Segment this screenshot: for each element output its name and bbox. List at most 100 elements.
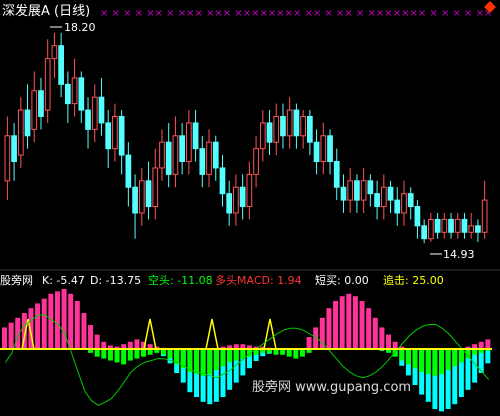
candle-body bbox=[481, 199, 488, 233]
high-price-label: 18.20 bbox=[64, 21, 96, 34]
candle-body bbox=[152, 167, 159, 208]
green-bar bbox=[200, 349, 206, 376]
candle-body bbox=[360, 180, 367, 201]
candle-body bbox=[461, 218, 468, 233]
candle-body bbox=[105, 122, 112, 150]
candle-body bbox=[4, 135, 11, 182]
green-bar bbox=[141, 349, 147, 357]
candle-body bbox=[233, 186, 239, 214]
green-bar bbox=[167, 349, 173, 359]
candle-body bbox=[17, 109, 24, 156]
k-value: K: -5.47 bbox=[42, 274, 85, 287]
candle-body bbox=[85, 109, 91, 130]
positive-bar bbox=[306, 337, 312, 349]
positive-bar bbox=[386, 334, 392, 349]
positive-bar bbox=[485, 339, 491, 349]
candle-body bbox=[199, 148, 206, 175]
candle-body bbox=[354, 180, 360, 201]
low-price-label: 14.93 bbox=[443, 248, 475, 261]
candle-body bbox=[380, 186, 387, 208]
candle-body bbox=[118, 115, 125, 156]
candle-body bbox=[273, 115, 280, 143]
candle-body bbox=[65, 83, 71, 105]
positive-bar bbox=[2, 327, 7, 349]
stock-chart-window: 深发展A (日线) × × × × ×× × ××× ××× ×××××××× … bbox=[0, 0, 500, 412]
green-bar bbox=[432, 349, 438, 376]
positive-bar bbox=[372, 317, 378, 349]
candle-body bbox=[428, 218, 434, 240]
green-bar bbox=[233, 349, 239, 361]
candle-body bbox=[401, 193, 407, 214]
candle-body bbox=[434, 218, 441, 233]
green-bar bbox=[213, 349, 219, 371]
green-bar bbox=[101, 349, 107, 359]
positive-bar bbox=[346, 293, 352, 349]
candle-body bbox=[78, 77, 85, 111]
candle-body bbox=[172, 135, 179, 175]
positive-bar bbox=[94, 334, 100, 349]
candle-body bbox=[266, 122, 273, 143]
positive-bar bbox=[366, 308, 372, 349]
positive-bar bbox=[41, 298, 47, 349]
green-bar bbox=[299, 349, 305, 357]
green-bar bbox=[114, 349, 120, 363]
candle-body bbox=[333, 161, 340, 188]
positive-bar bbox=[478, 341, 484, 349]
positive-bar bbox=[8, 322, 14, 349]
candle-body bbox=[347, 180, 354, 201]
candle-body bbox=[212, 141, 219, 169]
indicator-name: 股旁网 bbox=[0, 273, 33, 287]
candle-body bbox=[165, 141, 172, 175]
positive-bar bbox=[379, 327, 385, 349]
green-bar bbox=[452, 349, 458, 367]
candle-body bbox=[112, 115, 118, 150]
candle-body bbox=[44, 58, 51, 111]
positive-bar bbox=[61, 289, 67, 349]
signal-spike bbox=[263, 318, 277, 350]
positive-bar bbox=[333, 301, 339, 349]
green-bar bbox=[220, 349, 226, 367]
candle-body bbox=[407, 193, 414, 208]
d-value: D: -13.75 bbox=[90, 274, 141, 287]
positive-bar bbox=[127, 341, 133, 349]
candle-body bbox=[226, 193, 233, 214]
green-bar bbox=[458, 349, 464, 363]
candle-body bbox=[246, 173, 253, 208]
candle-body bbox=[31, 90, 38, 130]
candle-body bbox=[179, 135, 185, 163]
candle-body bbox=[192, 122, 199, 150]
green-bar bbox=[419, 349, 425, 373]
candle-body bbox=[71, 77, 78, 105]
candle-body bbox=[253, 148, 259, 175]
candle-body bbox=[367, 180, 374, 195]
green-bar bbox=[412, 349, 418, 369]
candle-body bbox=[421, 225, 427, 240]
candle-body bbox=[327, 135, 333, 163]
candle-body bbox=[441, 218, 448, 233]
candle-body bbox=[313, 141, 320, 163]
indicator-panel[interactable]: 股旁网 K: -5.47 D: -13.75 空头: -11.08 多头MACD… bbox=[0, 273, 492, 412]
green-bar bbox=[240, 349, 246, 359]
positive-bar bbox=[35, 303, 41, 349]
candle-body bbox=[448, 218, 454, 233]
negative-bar bbox=[485, 349, 491, 364]
positive-bar bbox=[88, 325, 94, 349]
positive-bar bbox=[54, 291, 60, 349]
green-bar bbox=[439, 349, 444, 374]
candle-body bbox=[280, 115, 286, 137]
candle-body bbox=[293, 109, 300, 137]
green-bar bbox=[194, 349, 199, 374]
green-bar bbox=[127, 349, 133, 361]
candle-body bbox=[51, 45, 58, 60]
candlestick-panel[interactable]: 深发展A (日线) × × × × ×× × ××× ××× ×××××××× … bbox=[2, 1, 496, 261]
positive-bar bbox=[352, 296, 358, 349]
candle-body bbox=[145, 180, 152, 208]
candle-body bbox=[98, 96, 105, 124]
candle-body bbox=[454, 218, 461, 233]
candle-body bbox=[259, 122, 266, 150]
positive-bar bbox=[81, 313, 87, 349]
duotou-macd-value: 多头MACD: 1.94 bbox=[215, 273, 302, 287]
green-bar bbox=[121, 349, 127, 365]
candle-body bbox=[138, 180, 145, 214]
signal-markers: × × × × ×× × ××× ××× ×××××××× ×× × ×× × … bbox=[100, 8, 492, 19]
